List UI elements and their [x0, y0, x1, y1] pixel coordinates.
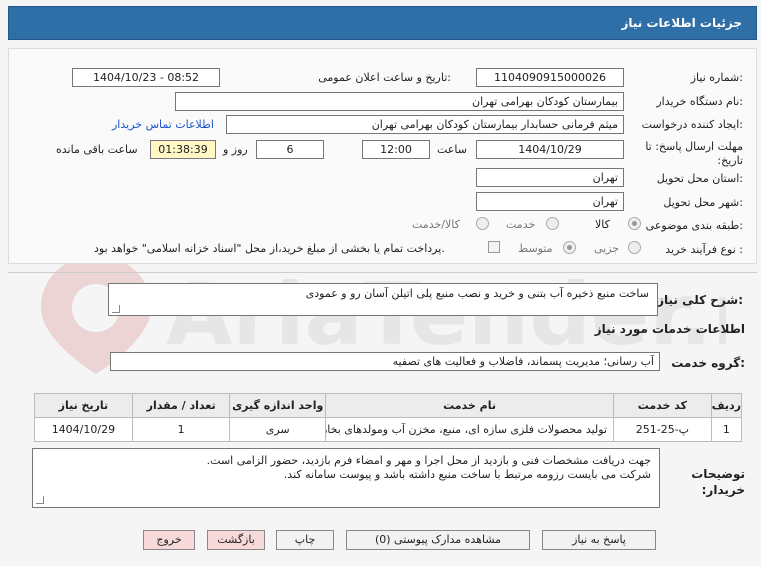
need-number-field: 1104090915000026 [476, 68, 624, 87]
need-number-label: شماره نیاز: [690, 71, 743, 84]
back-button[interactable]: بازگشت [207, 530, 265, 550]
category-label: طبقه بندی موضوعی: [645, 219, 743, 232]
buyer-notes-label: توضیحات خریدار: [691, 467, 745, 497]
buyer-org-field: بیمارستان کودکان بهرامی تهران [175, 92, 624, 111]
city-label: شهر محل تحویل: [663, 196, 743, 209]
buyer-contact-link[interactable]: اطلاعات تماس خریدار [112, 118, 214, 131]
cell-unit: سری [229, 417, 327, 442]
exit-button[interactable]: خروج [143, 530, 195, 550]
resize-grip-icon[interactable] [36, 496, 44, 504]
attachments-button[interactable]: مشاهده مدارک پیوستی (0) [346, 530, 530, 550]
announce-datetime-label: تاریخ و ساعت اعلان عمومی: [318, 71, 451, 84]
col-service-name: نام خدمت [325, 393, 615, 418]
category-service-radio[interactable] [546, 217, 559, 230]
cell-service-name: تولید محصولات فلزی سازه ای، منبع، مخزن آ… [325, 417, 615, 442]
description-label: شرح کلی نیاز: [657, 293, 743, 307]
col-service-code: کد خدمت [613, 393, 712, 418]
deadline-label: مهلت ارسال پاسخ: تا تاریخ: [645, 140, 743, 167]
category-goods-label: کالا [595, 218, 610, 231]
col-need-date: تاریخ نیاز [34, 393, 133, 418]
resize-grip-icon[interactable] [112, 305, 120, 313]
process-type-label: نوع فرآیند خرید : [665, 243, 743, 256]
service-group-field: آب رسانی؛ مدیریت پسماند، فاضلاب و فعالیت… [110, 352, 660, 371]
city-field: تهران [476, 192, 624, 211]
description-field: ساخت منبع ذخیره آب بتنی و خرید و نصب منب… [108, 283, 658, 316]
cell-row: 1 [710, 417, 743, 442]
section-divider [8, 272, 757, 273]
buyer-notes-line-1: جهت دریافت مشخصات فنی و بازدید از محل اج… [206, 454, 651, 467]
cell-service-code: پ-25-251 [613, 417, 712, 442]
service-group-label: گروه خدمت: [671, 356, 745, 370]
category-service-label: خدمت [506, 218, 536, 231]
print-button[interactable]: چاپ [276, 530, 334, 550]
process-minor-label: جزیی [594, 242, 620, 255]
deadline-time-label: ساعت [437, 143, 467, 156]
buyer-notes-field: جهت دریافت مشخصات فنی و بازدید از محل اج… [32, 448, 660, 508]
requester-field: میثم فرمانی حسابدار بیمارستان کودکان بهر… [226, 115, 624, 134]
remaining-days-field: 6 [256, 140, 324, 159]
reply-button[interactable]: پاسخ به نیاز [542, 530, 656, 550]
cell-need-date: 1404/10/29 [34, 417, 133, 442]
buyer-org-label: نام دستگاه خریدار: [656, 95, 743, 108]
process-medium-label: متوسط [518, 242, 553, 255]
deadline-time-field: 12:00 [362, 140, 430, 159]
announce-datetime-field: 1404/10/23 - 08:52 [72, 68, 220, 87]
process-minor-radio[interactable] [628, 241, 641, 254]
days-label: روز و [223, 143, 248, 156]
col-unit: واحد اندازه گیری [229, 393, 327, 418]
col-row: ردیف [710, 393, 743, 418]
remaining-time-label: ساعت باقی مانده [56, 143, 138, 156]
deadline-date-field: 1404/10/29 [476, 140, 624, 159]
page-header: جزئیات اطلاعات نیاز [8, 6, 757, 40]
cell-quantity: 1 [131, 417, 231, 442]
process-medium-radio[interactable] [563, 241, 576, 254]
province-field: تهران [476, 168, 624, 187]
treasury-note: پرداخت تمام یا بخشی از مبلغ خرید،از محل … [94, 242, 445, 255]
table-row[interactable]: 1404/10/29 1 سری تولید محصولات فلزی سازه… [34, 417, 743, 442]
remaining-time-field: 01:38:39 [150, 140, 216, 159]
services-table: تاریخ نیاز تعداد / مقدار واحد اندازه گیر… [34, 393, 743, 442]
category-goods-radio[interactable] [628, 217, 641, 230]
treasury-checkbox[interactable] [488, 241, 500, 253]
province-label: استان محل تحویل: [656, 172, 743, 185]
page-title: جزئیات اطلاعات نیاز [621, 16, 742, 30]
buyer-notes-line-2: شرکت می بایست رزومه مرتبط با ساخت منبع د… [283, 468, 651, 481]
services-section-title: اطلاعات خدمات مورد نیاز [594, 322, 745, 336]
category-goods-service-label: کالا/خدمت [412, 218, 460, 231]
requester-label: ایجاد کننده درخواست: [641, 118, 743, 131]
category-goods-service-radio[interactable] [476, 217, 489, 230]
description-text: ساخت منبع ذخیره آب بتنی و خرید و نصب منب… [305, 287, 649, 300]
col-quantity: تعداد / مقدار [131, 393, 231, 418]
table-header-row: تاریخ نیاز تعداد / مقدار واحد اندازه گیر… [34, 393, 743, 418]
